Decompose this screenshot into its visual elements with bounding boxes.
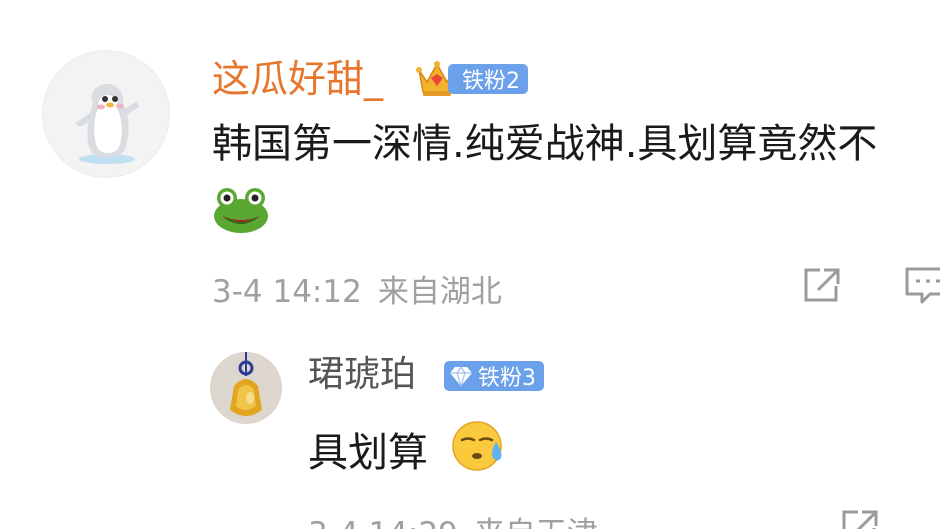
reply-date: 3-4 14:29 xyxy=(308,516,458,529)
reply-fan-badge[interactable]: 铁粉3 xyxy=(444,361,544,391)
amber-pendant-avatar-icon xyxy=(210,352,282,424)
comment-username[interactable]: 这瓜好甜_ xyxy=(212,60,383,98)
penguin-avatar-icon xyxy=(75,83,139,164)
share-icon[interactable] xyxy=(802,266,842,304)
comment-thread: 这瓜好甜_ 铁粉2 韩国第一深情.纯爱战神.具划算竟然不 3-4 14:12 来自… xyxy=(0,0,940,529)
diamond-icon xyxy=(450,365,472,388)
reply-meta: 3-4 14:29 来自天津 xyxy=(308,508,598,529)
reply-username[interactable]: 珺琥珀 xyxy=(308,357,416,393)
comment-location: 来自湖北 xyxy=(377,274,502,310)
comment-icon[interactable] xyxy=(904,266,940,306)
frog-emoji-icon xyxy=(214,188,268,233)
comment-date: 3-4 14:12 xyxy=(212,274,362,310)
reply-text: 具划算 xyxy=(308,430,428,476)
comment-text: 韩国第一深情.纯爱战神.具划算竟然不 xyxy=(212,121,878,167)
fan-level-label: 铁粉2 xyxy=(462,69,520,94)
avatar[interactable] xyxy=(42,50,170,178)
reply-share-icon[interactable] xyxy=(840,508,880,529)
reply-avatar[interactable] xyxy=(210,352,282,424)
reply-location: 来自天津 xyxy=(474,516,598,529)
comment-meta: 3-4 14:12 来自湖北 xyxy=(212,266,502,311)
fan-badge[interactable]: 铁粉2 xyxy=(448,64,528,94)
sweat-face-emoji-icon xyxy=(452,421,502,471)
reply-fan-level-label: 铁粉3 xyxy=(478,366,536,391)
